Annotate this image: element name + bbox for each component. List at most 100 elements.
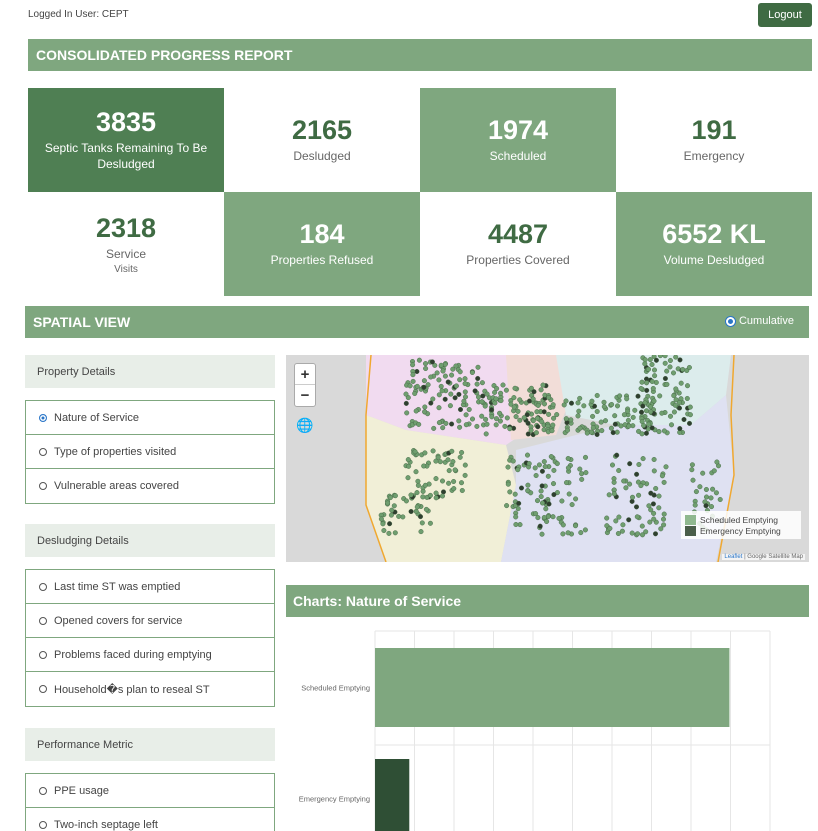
scheduled-marker: [433, 490, 439, 496]
scheduled-marker: [550, 514, 556, 520]
chart-title: Charts: Nature of Service: [293, 593, 462, 609]
emergency-marker: [387, 521, 393, 527]
emergency-marker: [480, 393, 486, 399]
scheduled-marker: [438, 362, 444, 368]
scheduled-marker: [533, 430, 539, 436]
leaflet-link[interactable]: Leaflet: [724, 554, 742, 560]
scheduled-marker: [458, 480, 464, 486]
scheduled-marker: [483, 416, 489, 422]
option-nature-of-service[interactable]: Nature of Service: [26, 401, 274, 435]
scheduled-marker: [469, 416, 475, 422]
scheduled-marker: [414, 383, 420, 389]
scheduled-marker: [599, 428, 605, 434]
scheduled-marker: [534, 498, 540, 504]
scheduled-marker: [457, 424, 463, 430]
scheduled-marker: [678, 380, 684, 386]
scheduled-marker: [430, 396, 436, 402]
scheduled-marker: [671, 393, 677, 399]
scheduled-marker: [651, 398, 657, 404]
option-ppe-usage[interactable]: PPE usage: [26, 774, 274, 808]
scheduled-marker: [687, 404, 693, 410]
scheduled-marker: [685, 383, 691, 389]
scheduled-marker: [656, 493, 662, 499]
scheduled-marker: [563, 416, 569, 422]
legend-item: Scheduled Emptying: [685, 514, 797, 525]
radio-icon: [39, 650, 47, 659]
scheduled-marker: [505, 464, 511, 470]
logout-button[interactable]: Logout: [758, 3, 812, 27]
scheduled-marker: [407, 383, 413, 389]
scheduled-marker: [462, 472, 468, 478]
scheduled-marker: [664, 381, 670, 387]
zoom-out-button[interactable]: −: [295, 385, 315, 406]
emergency-marker: [644, 387, 650, 393]
logged-in-user: Logged In User: CEPT: [28, 9, 129, 20]
emergency-marker: [650, 501, 656, 507]
scheduled-marker: [609, 402, 615, 408]
scheduled-marker: [533, 472, 539, 478]
scheduled-marker: [661, 511, 667, 517]
scheduled-marker: [608, 425, 614, 431]
top-bar: Logged In User: CEPT Logout: [0, 0, 818, 30]
scheduled-marker: [493, 422, 499, 428]
scheduled-marker: [422, 482, 428, 488]
stat-label: Septic Tanks Remaining To Be Desludged: [44, 141, 208, 172]
scheduled-marker: [538, 488, 544, 494]
scheduled-marker: [396, 513, 402, 519]
option-reseal-plan[interactable]: Household�s plan to reseal ST: [26, 672, 274, 706]
legend-label: Emergency Emptying: [700, 525, 781, 536]
globe-icon[interactable]: 🌐: [294, 415, 316, 435]
option-type-of-properties[interactable]: Type of properties visited: [26, 435, 274, 469]
stat-value: 184: [299, 219, 345, 250]
option-vulnerable-areas[interactable]: Vulnerable areas covered: [26, 469, 274, 503]
scheduled-marker: [502, 423, 508, 429]
scheduled-marker: [594, 393, 600, 399]
group-title-property: Property Details: [25, 355, 275, 388]
stat-value: 2165: [291, 115, 353, 146]
category-label: Scheduled Emptying: [301, 684, 370, 693]
option-opened-covers[interactable]: Opened covers for service: [26, 604, 274, 638]
scheduled-marker: [538, 387, 544, 393]
scheduled-marker: [392, 530, 398, 536]
option-septage-left[interactable]: Two-inch septage left: [26, 808, 274, 831]
nature-of-service-chart: Scheduled Emptying Emergency Emptying: [286, 620, 809, 831]
scheduled-marker: [604, 515, 610, 521]
stat-label: Scheduled: [489, 149, 547, 164]
emergency-marker: [408, 508, 414, 514]
option-problems-faced[interactable]: Problems faced during emptying: [26, 638, 274, 672]
scheduled-marker: [462, 381, 468, 387]
scheduled-marker: [503, 387, 509, 393]
map-view[interactable]: + − 🌐 Scheduled Emptying Emergency Empty…: [286, 355, 809, 562]
emergency-marker: [539, 468, 545, 474]
scheduled-marker: [548, 454, 554, 460]
scheduled-marker: [639, 418, 645, 424]
zoom-in-button[interactable]: +: [295, 364, 315, 385]
scheduled-marker: [590, 425, 596, 431]
scheduled-marker: [414, 504, 420, 510]
scheduled-marker: [603, 418, 609, 424]
scheduled-marker: [551, 481, 557, 487]
cumulative-radio[interactable]: Cumulative: [725, 315, 794, 327]
scheduled-marker: [616, 514, 622, 520]
scheduled-marker: [380, 521, 386, 527]
scheduled-marker: [530, 396, 536, 402]
scheduled-marker: [627, 481, 633, 487]
scheduled-marker: [439, 478, 445, 484]
option-label: PPE usage: [54, 784, 110, 797]
scheduled-marker: [436, 377, 442, 383]
scheduled-marker: [400, 514, 406, 520]
option-last-emptied[interactable]: Last time ST was emptied: [26, 570, 274, 604]
scheduled-marker: [601, 399, 607, 405]
emergency-marker: [648, 490, 654, 496]
scheduled-marker: [650, 386, 656, 392]
radio-icon: [39, 447, 47, 456]
scheduled-marker: [594, 409, 600, 415]
scheduled-marker: [442, 373, 448, 379]
scheduled-marker: [564, 480, 570, 486]
scheduled-marker: [646, 503, 652, 509]
scheduled-marker: [575, 400, 581, 406]
emergency-marker: [531, 389, 537, 395]
emergency-marker: [452, 395, 458, 401]
scheduled-marker: [556, 515, 562, 521]
emergency-marker: [640, 403, 646, 409]
